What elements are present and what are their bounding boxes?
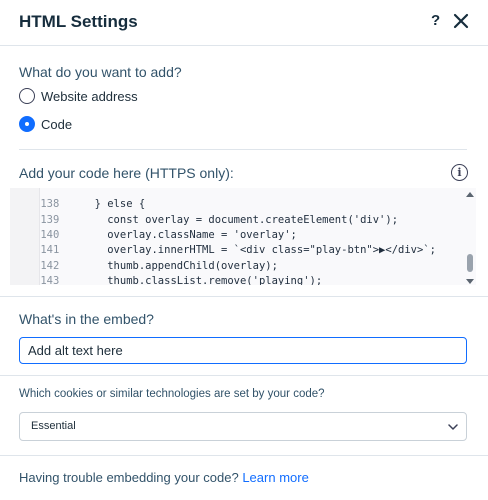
radio-code[interactable]: Code	[19, 115, 72, 133]
radio-label-code: Code	[41, 116, 73, 132]
info-icon[interactable]: i	[451, 164, 468, 181]
alt-text-input[interactable]	[19, 337, 467, 364]
divider	[19, 149, 467, 150]
divider	[0, 296, 488, 297]
scroll-down-arrow-icon[interactable]	[466, 279, 474, 284]
code-line: 138 } else {	[40, 198, 146, 210]
radio-label-website: Website address	[41, 88, 138, 104]
footer-text: Having trouble embedding your code?	[19, 470, 239, 485]
code-line: 141 overlay.innerHTML = `<div class="pla…	[40, 244, 436, 256]
code-scrollbar-thumb[interactable]	[467, 254, 473, 272]
chevron-down-icon	[448, 424, 458, 430]
radio-button-website[interactable]	[19, 88, 35, 104]
radio-button-code[interactable]	[19, 116, 35, 132]
cookies-selected-value: Essential	[31, 420, 76, 432]
cookies-select[interactable]: Essential	[19, 412, 467, 441]
close-icon[interactable]	[453, 13, 469, 29]
code-editor[interactable]: 138 } else { 139 const overlay = documen…	[10, 188, 476, 285]
code-line: 143 thumb.classList.remove('playing');	[40, 275, 323, 285]
code-line: 144 }	[10, 275, 101, 285]
code-section-label: Add your code here (HTTPS only):	[19, 165, 234, 181]
divider	[0, 375, 488, 376]
learn-more-link[interactable]: Learn more	[242, 470, 308, 485]
help-button[interactable]: ?	[431, 12, 440, 29]
embed-section-label: What's in the embed?	[19, 311, 154, 327]
radio-website-address[interactable]: Website address	[19, 87, 138, 105]
code-line: 142 thumb.appendChild(overlay);	[40, 260, 278, 272]
footer-help: Having trouble embedding your code? Lear…	[19, 470, 309, 485]
divider	[0, 455, 488, 456]
scroll-up-arrow-icon[interactable]	[466, 192, 474, 197]
code-line: 139 const overlay = document.createEleme…	[40, 214, 399, 226]
code-line: 140 overlay.className = 'overlay';	[40, 229, 297, 241]
cookies-section-label: Which cookies or similar technologies ar…	[19, 388, 325, 400]
panel-title: HTML Settings	[19, 12, 138, 31]
content-type-question: What do you want to add?	[19, 64, 182, 80]
panel-header: HTML Settings ?	[0, 0, 488, 46]
